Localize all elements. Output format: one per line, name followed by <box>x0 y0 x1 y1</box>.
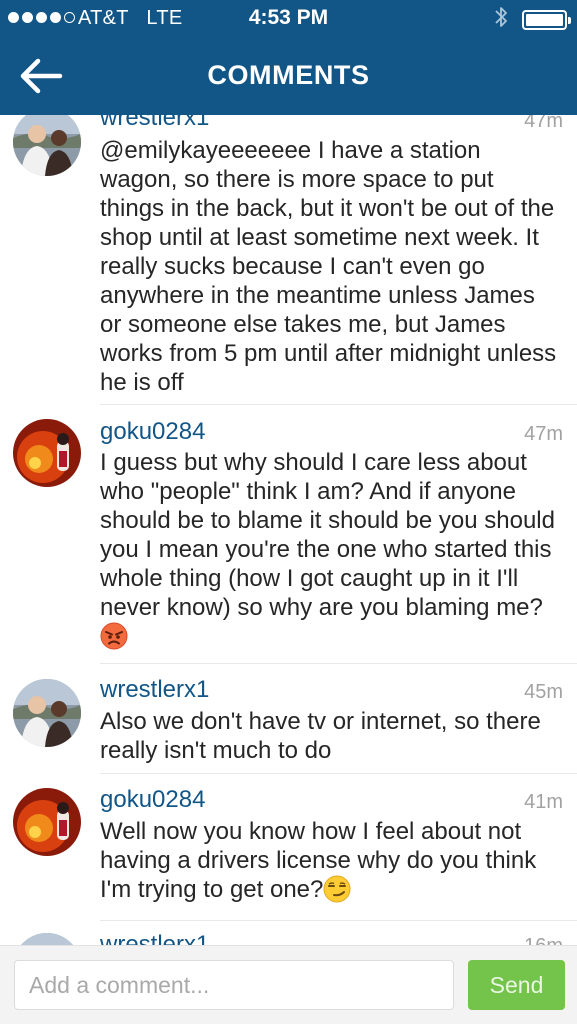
comment-text-content: Well now you know how I feel about not h… <box>100 818 537 903</box>
smirking-face-icon <box>323 875 351 903</box>
comment-composer: Send <box>0 945 577 1024</box>
comments-list[interactable]: wrestlerx1 47m @emilykayeeeeeee I have a… <box>0 0 577 945</box>
comment-item: goku0284 41m Well now you know how I fee… <box>0 774 577 921</box>
comment-text: Also we don't have tv or internet, so th… <box>100 708 541 764</box>
app-header: AT&T LTE 4:53 PM COMMENTS <box>0 0 577 115</box>
comment-username[interactable]: goku0284 <box>100 418 205 446</box>
avatar[interactable] <box>13 933 81 945</box>
comment-time: 41m <box>524 791 563 813</box>
avatar[interactable] <box>13 108 81 176</box>
comment-username[interactable]: wrestlerx1 <box>100 931 209 945</box>
comment-item: wrestlerx1 16m <box>0 921 577 945</box>
comment-username[interactable]: goku0284 <box>100 786 205 814</box>
comment-time: 45m <box>524 681 563 703</box>
status-bar: AT&T LTE 4:53 PM <box>0 0 577 38</box>
avatar[interactable] <box>13 679 81 747</box>
comment-time: 47m <box>524 423 563 445</box>
battery-icon <box>522 10 571 30</box>
comment-text: I guess but why should I care less about… <box>100 448 562 651</box>
send-button[interactable]: Send <box>468 960 565 1010</box>
page-title: COMMENTS <box>207 60 370 90</box>
comment-text-content: I guess but why should I care less about… <box>100 449 555 621</box>
nav-bar: COMMENTS <box>0 38 577 115</box>
comment-text: @emilykayeeeeeee I have a station wagon,… <box>100 137 557 396</box>
avatar[interactable] <box>13 419 81 487</box>
bluetooth-icon <box>494 5 508 35</box>
comment-input[interactable] <box>14 960 454 1010</box>
comment-time: 16m <box>524 935 563 945</box>
angry-face-icon <box>100 622 128 650</box>
comment-username[interactable]: wrestlerx1 <box>100 676 209 704</box>
status-time: 4:53 PM <box>248 6 329 29</box>
avatar[interactable] <box>13 788 81 856</box>
comment-item: wrestlerx1 45m Also we don't have tv or … <box>0 664 577 774</box>
comment-text: Well now you know how I feel about not h… <box>100 817 562 904</box>
comment-item: goku0284 47m I guess but why should I ca… <box>0 405 577 664</box>
